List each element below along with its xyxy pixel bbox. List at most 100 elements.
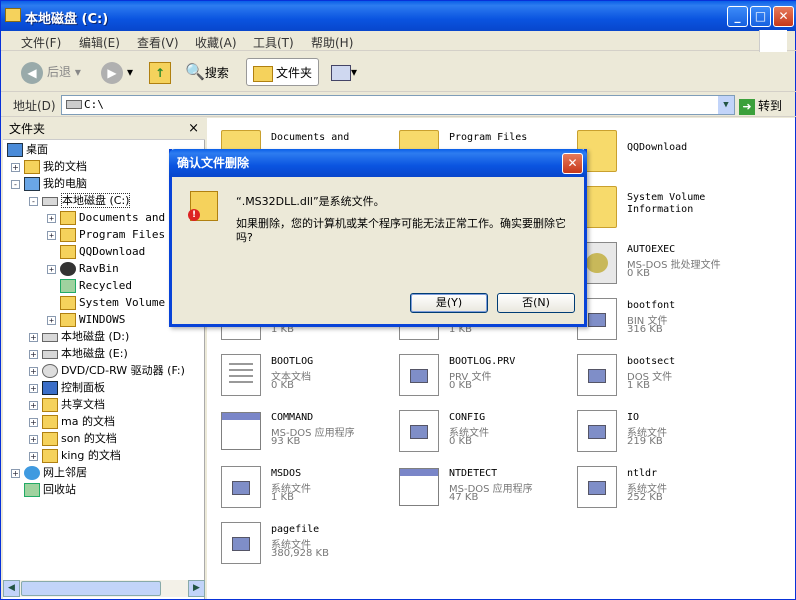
explorer-window: 本地磁盘 (C:) _ □ ✕ 文件(F) 编辑(E) 查看(V) 收藏(A) …	[0, 0, 796, 600]
system-file-icon	[399, 410, 439, 452]
dialog-title: 确认文件删除	[177, 156, 250, 170]
tree-item-son-docs[interactable]: + son 的文档	[29, 430, 117, 447]
forward-button[interactable]: ▶ ▾	[101, 58, 133, 86]
address-input[interactable]: C:\ ▼	[61, 95, 735, 115]
search-icon: 🔍	[185, 62, 205, 81]
expand-icon[interactable]: +	[29, 349, 38, 359]
file-item[interactable]: BOOTLOG.PRV PRV 文件 0 KB	[391, 350, 567, 400]
file-item[interactable]: ntldr 系统文件 252 KB	[569, 462, 745, 512]
expand-icon[interactable]: +	[29, 332, 38, 342]
tree-item-system-volume[interactable]: System Volume	[47, 294, 165, 311]
expand-icon[interactable]: +	[11, 468, 20, 478]
collapse-icon[interactable]: -	[29, 196, 38, 206]
back-button[interactable]: ◀ 后退 ▾	[21, 58, 81, 86]
application-icon	[221, 412, 261, 450]
folder-icon	[42, 449, 58, 463]
expand-icon[interactable]: +	[29, 366, 38, 376]
file-item[interactable]: bootfont BIN 文件 316 KB	[569, 294, 745, 344]
folder-icon	[42, 398, 58, 412]
tree-item-program-files[interactable]: + Program Files	[47, 226, 165, 243]
menu-edit[interactable]: 编辑(E)	[79, 34, 120, 51]
menu-file[interactable]: 文件(F)	[21, 34, 61, 51]
tree-item-drive-c[interactable]: - 本地磁盘 (C:)	[29, 192, 131, 209]
menu-help[interactable]: 帮助(H)	[311, 34, 353, 51]
expand-icon[interactable]: +	[29, 383, 38, 393]
computer-icon	[24, 177, 40, 191]
file-item[interactable]: bootsect DOS 文件 1 KB	[569, 350, 745, 400]
windows-logo-icon	[759, 30, 787, 52]
maximize-button[interactable]: □	[750, 6, 771, 27]
file-item[interactable]: BOOTLOG 文本文档 0 KB	[213, 350, 389, 400]
expand-icon[interactable]: +	[47, 230, 56, 240]
expand-icon[interactable]: +	[29, 451, 38, 461]
tree-item-shared-docs[interactable]: + 共享文档	[29, 396, 105, 413]
address-dropdown-icon[interactable]: ▼	[718, 96, 734, 114]
folders-button[interactable]: 文件夹	[246, 58, 320, 86]
menu-view[interactable]: 查看(V)	[137, 34, 179, 51]
scroll-right-icon[interactable]: ▶	[188, 580, 205, 597]
tree-item-network[interactable]: + 网上邻居	[11, 464, 87, 481]
file-item[interactable]: System Volume Information	[569, 182, 745, 232]
file-item[interactable]: COMMAND MS-DOS 应用程序 93 KB	[213, 406, 389, 456]
file-item[interactable]: pagefile 系统文件 380,928 KB	[213, 518, 389, 568]
system-file-icon	[221, 466, 261, 508]
folder-icon	[253, 65, 273, 82]
file-item[interactable]: MSDOS 系统文件 1 KB	[213, 462, 389, 512]
tree-item-desktop[interactable]: 桌面	[7, 141, 48, 158]
tree-item-qqdownload[interactable]: QQDownload	[47, 243, 145, 260]
file-item[interactable]: QQDownload	[569, 126, 745, 176]
file-item[interactable]: NTDETECT MS-DOS 应用程序 47 KB	[391, 462, 567, 512]
file-item[interactable]: IO 系统文件 219 KB	[569, 406, 745, 456]
expand-icon[interactable]: +	[47, 264, 56, 274]
tree-item-recycle-bin[interactable]: 回收站	[11, 481, 76, 498]
search-button[interactable]: 🔍搜索	[185, 58, 229, 86]
expand-icon[interactable]: +	[47, 315, 56, 325]
scroll-thumb[interactable]	[21, 581, 161, 596]
expand-icon[interactable]: +	[47, 213, 56, 223]
up-button[interactable]: ↑	[149, 58, 171, 86]
go-button[interactable]: ➜ 转到	[739, 97, 782, 115]
tree-item-dvd-drive[interactable]: + DVD/CD-RW 驱动器 (F:)	[29, 362, 185, 379]
expand-icon[interactable]: +	[29, 400, 38, 410]
views-button[interactable]: ▾	[331, 58, 357, 86]
expand-icon[interactable]: +	[11, 162, 20, 172]
tree-item-king-docs[interactable]: + king 的文档	[29, 447, 121, 464]
folder-icon	[60, 211, 76, 225]
horizontal-scrollbar[interactable]: ◀ ▶	[3, 580, 205, 597]
file-item[interactable]: CONFIG 系统文件 0 KB	[391, 406, 567, 456]
confirm-delete-dialog: 确认文件删除 ✕ ! “.MS32DLL.dll”是系统文件。 如果删除，您的计…	[169, 149, 587, 327]
menu-favorites[interactable]: 收藏(A)	[195, 34, 237, 51]
tree-item-drive-e[interactable]: + 本地磁盘 (E:)	[29, 345, 128, 362]
tree-item-recycled[interactable]: Recycled	[47, 277, 132, 294]
up-folder-icon: ↑	[149, 61, 171, 84]
scroll-left-icon[interactable]: ◀	[3, 580, 20, 597]
back-arrow-icon: ◀	[21, 61, 43, 84]
expand-icon[interactable]: +	[29, 434, 38, 444]
folders-pane-title: 文件夹	[9, 122, 46, 136]
go-arrow-icon: ➜	[739, 98, 755, 115]
dialog-close-button[interactable]: ✕	[562, 153, 583, 174]
tree-item-my-computer[interactable]: - 我的电脑	[11, 175, 87, 192]
yes-button[interactable]: 是(Y)	[410, 293, 488, 313]
collapse-icon[interactable]: -	[11, 179, 20, 189]
no-button[interactable]: 否(N)	[497, 293, 575, 313]
minimize-button[interactable]: _	[727, 6, 748, 27]
menu-tools[interactable]: 工具(T)	[253, 34, 294, 51]
close-button[interactable]: ✕	[773, 6, 794, 27]
tree-item-ma-docs[interactable]: + ma 的文档	[29, 413, 115, 430]
file-item[interactable]: AUTOEXEC MS-DOS 批处理文件 0 KB	[569, 238, 745, 288]
application-icon	[399, 468, 439, 506]
tree-item-drive-d[interactable]: + 本地磁盘 (D:)	[29, 328, 129, 345]
tree-item-windows[interactable]: + WINDOWS	[47, 311, 125, 328]
tree-item-control-panel[interactable]: + 控制面板	[29, 379, 105, 396]
tree-item-my-documents[interactable]: + 我的文档	[11, 158, 87, 175]
close-pane-icon[interactable]: ×	[188, 118, 199, 140]
views-icon	[331, 64, 351, 81]
cd-icon	[42, 364, 58, 378]
dialog-title-bar[interactable]: 确认文件删除 ✕	[169, 149, 587, 177]
tree-item-documents-and[interactable]: + Documents and	[47, 209, 165, 226]
system-file-icon	[577, 466, 617, 508]
tree-item-ravbin[interactable]: + RavBin	[47, 260, 119, 277]
expand-icon[interactable]: +	[29, 417, 38, 427]
title-bar[interactable]: 本地磁盘 (C:) _ □ ✕	[1, 1, 796, 31]
